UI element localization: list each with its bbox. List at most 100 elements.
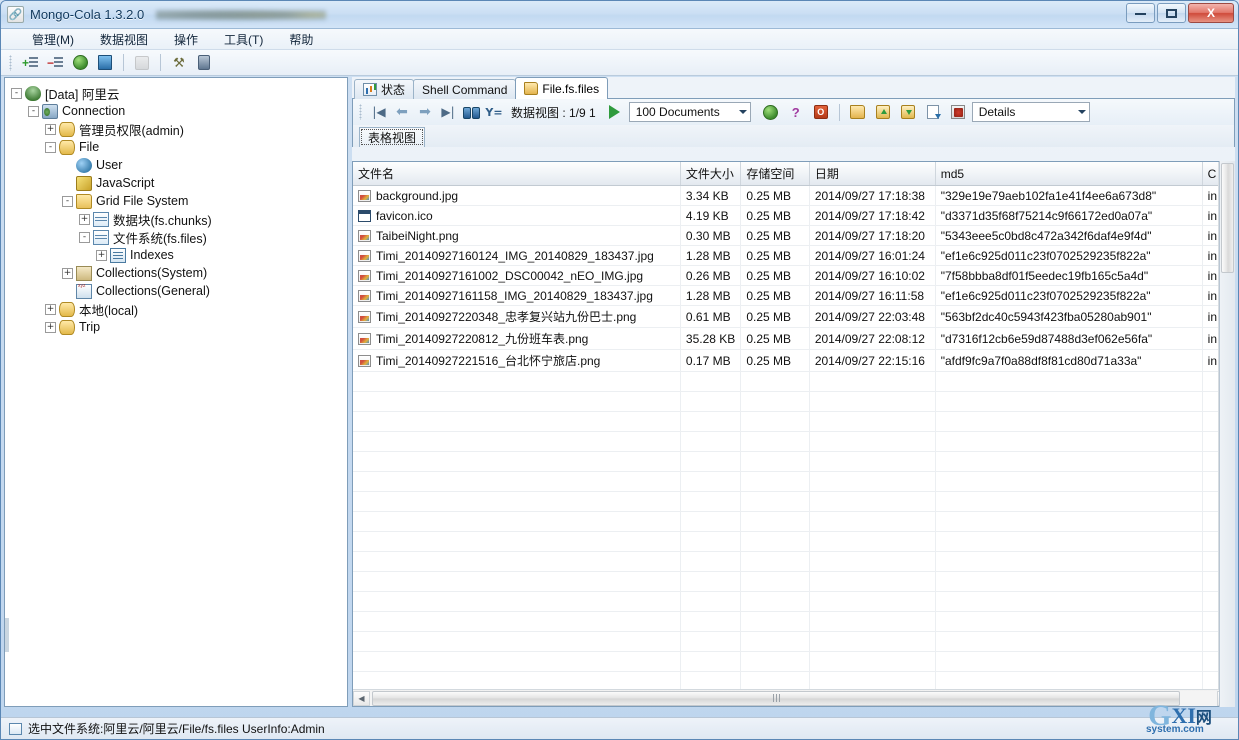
tab-shell-command[interactable]: Shell Command bbox=[413, 79, 517, 99]
document-limit-combo[interactable]: 100 Documents bbox=[628, 102, 751, 122]
column-header-filesize[interactable]: 文件大小 bbox=[680, 162, 742, 186]
menu-help[interactable]: 帮助 bbox=[276, 29, 326, 50]
blue-book-icon[interactable] bbox=[94, 52, 116, 74]
toolbar-grip[interactable] bbox=[9, 54, 12, 71]
run-query-button[interactable] bbox=[608, 105, 620, 119]
table-row[interactable]: Timi_20140927160124_IMG_20140829_183437.… bbox=[353, 245, 1234, 266]
collapse-icon[interactable]: - bbox=[28, 105, 39, 117]
tree-node-trip[interactable]: + Trip bbox=[11, 318, 347, 336]
table-row[interactable]: TaibeiNight.png 0.30 MB 0.25 MB 2014/09/27 … bbox=[353, 225, 1234, 246]
previous-page-button[interactable]: ⬅ bbox=[392, 102, 412, 122]
tree-node-data-aliyun[interactable]: - [Data] 阿里云 bbox=[11, 84, 347, 102]
expand-icon[interactable]: + bbox=[96, 249, 107, 261]
tree-node-admin[interactable]: + 管理员权限(admin) bbox=[11, 120, 347, 138]
table-row[interactable]: background.jpg 3.34 KB 0.25 MB 2014/09/27 1… bbox=[353, 185, 1234, 206]
table-row[interactable]: favicon.ico 4.19 KB 0.25 MB 2014/09/27 17:1… bbox=[353, 205, 1234, 226]
table-empty-row bbox=[353, 671, 1234, 689]
tree-node-file[interactable]: - File bbox=[11, 138, 347, 156]
tree-node-connection[interactable]: - Connection bbox=[11, 102, 347, 120]
table-row[interactable]: Timi_20140927161002_DSC00042_nEO_IMG.jpg… bbox=[353, 265, 1234, 286]
grid-horizontal-scrollbar[interactable]: ◀ ▶ bbox=[353, 689, 1234, 706]
next-page-button[interactable]: ➡ bbox=[415, 102, 435, 122]
menu-operation[interactable]: 操作 bbox=[161, 29, 211, 50]
window-title: Mongo-Cola 1.3.2.0 bbox=[30, 7, 145, 22]
cell-md5: "563bf2dc40c5943f423fba05280ab901" bbox=[935, 305, 1203, 328]
grey-square-icon bbox=[131, 52, 153, 74]
table-row[interactable]: Timi_20140927221516_台北怀宁旅店.png 0.17 MB 0.2… bbox=[353, 349, 1234, 372]
last-page-button[interactable]: ▶| bbox=[438, 102, 458, 122]
maximize-button[interactable] bbox=[1157, 3, 1186, 23]
pane-vertical-scrollbar-thumb[interactable] bbox=[1221, 163, 1234, 273]
scroll-left-icon[interactable]: ◀ bbox=[353, 690, 370, 706]
remove-list-icon[interactable]: − bbox=[44, 52, 66, 74]
help-icon[interactable]: ? bbox=[785, 101, 807, 123]
tree-node-indexes[interactable]: + Indexes bbox=[11, 246, 347, 264]
tree-node-connection-label: Connection bbox=[62, 104, 126, 118]
scroll-thumb-grip bbox=[772, 694, 780, 702]
cell-md5: "329e19e79aeb102fa1e41f4ee6a673d8" bbox=[935, 185, 1203, 206]
new-file-icon[interactable] bbox=[922, 101, 944, 123]
horizontal-scroll-track[interactable] bbox=[370, 690, 1217, 706]
toolbar-separator bbox=[123, 54, 124, 71]
image-file-icon bbox=[358, 229, 371, 242]
cell-filesize: 35.28 KB bbox=[680, 327, 742, 350]
tree-node-javascript[interactable]: JavaScript bbox=[11, 174, 347, 192]
stop-icon[interactable]: O bbox=[810, 101, 832, 123]
tree-node-fs-files[interactable]: - 文件系统(fs.files) bbox=[11, 228, 347, 246]
tree-node-collections-system[interactable]: + Collections(System) bbox=[11, 264, 347, 282]
expand-icon[interactable]: + bbox=[45, 123, 56, 135]
menu-dataview[interactable]: 数据视图 bbox=[87, 29, 161, 50]
tree-node-grid-file-system[interactable]: - Grid File System bbox=[11, 192, 347, 210]
open-folder-icon[interactable] bbox=[847, 101, 869, 123]
cell-storage: 0.25 MB bbox=[740, 327, 810, 350]
collapse-icon[interactable]: - bbox=[45, 141, 56, 153]
upload-icon[interactable] bbox=[872, 101, 894, 123]
menu-tools[interactable]: 工具(T) bbox=[211, 29, 276, 50]
data-toolbar-grip[interactable] bbox=[359, 104, 362, 120]
find-icon[interactable] bbox=[461, 102, 481, 122]
database-icon bbox=[59, 121, 75, 137]
expand-icon[interactable]: + bbox=[79, 213, 90, 225]
table-row[interactable]: Timi_20140927220812_九份班车表.png 35.28 KB 0.2… bbox=[353, 327, 1234, 350]
first-page-button[interactable]: |◀ bbox=[369, 102, 389, 122]
globe-icon[interactable] bbox=[69, 52, 91, 74]
image-file-icon bbox=[358, 269, 371, 282]
collapse-icon[interactable]: - bbox=[62, 195, 73, 207]
tools-icon[interactable]: ⚒ bbox=[168, 52, 190, 74]
column-header-date[interactable]: 日期 bbox=[809, 162, 936, 186]
expand-icon[interactable]: + bbox=[45, 321, 56, 333]
tree-node-collections-general[interactable]: Collections(General) bbox=[11, 282, 347, 300]
tab-table-view[interactable]: 表格视图 bbox=[359, 127, 426, 147]
expand-icon[interactable]: + bbox=[62, 267, 73, 279]
table-row[interactable]: Timi_20140927220348_忠孝复兴站九份巴士.png 0.61 MB… bbox=[353, 305, 1234, 328]
filter-icon[interactable]: Y= bbox=[484, 102, 504, 122]
tab-status[interactable]: 状态 bbox=[354, 79, 415, 99]
cell-filename: background.jpg bbox=[353, 185, 681, 206]
pillar-icon[interactable] bbox=[193, 52, 215, 74]
horizontal-scroll-thumb[interactable] bbox=[372, 690, 1180, 706]
table-empty-row bbox=[353, 411, 1234, 432]
menu-manage[interactable]: 管理(M) bbox=[19, 29, 87, 50]
tab-file-fs-files[interactable]: File.fs.files bbox=[515, 77, 609, 99]
cell-filesize: 0.17 MB bbox=[680, 349, 742, 372]
close-button[interactable]: X bbox=[1188, 3, 1234, 23]
column-header-storage[interactable]: 存储空间 bbox=[740, 162, 810, 186]
tree-node-local[interactable]: + 本地(local) bbox=[11, 300, 347, 318]
minimize-button[interactable] bbox=[1126, 3, 1155, 23]
download-icon[interactable] bbox=[897, 101, 919, 123]
table-empty-row bbox=[353, 511, 1234, 532]
collapse-icon[interactable]: - bbox=[79, 231, 90, 243]
pane-vertical-scrollbar[interactable] bbox=[1219, 161, 1235, 707]
column-header-md5[interactable]: md5 bbox=[935, 162, 1203, 186]
tree-node-fs-chunks[interactable]: + 数据块(fs.chunks) bbox=[11, 210, 347, 228]
add-list-icon[interactable]: + bbox=[19, 52, 41, 74]
table-row[interactable]: Timi_20140927161158_IMG_20140829_183437.… bbox=[353, 285, 1234, 306]
expand-icon[interactable]: + bbox=[45, 303, 56, 315]
web-globe-icon[interactable] bbox=[760, 101, 782, 123]
column-header-filename[interactable]: 文件名 bbox=[353, 162, 681, 186]
view-mode-combo[interactable]: Details bbox=[971, 102, 1090, 122]
report-icon[interactable] bbox=[947, 101, 969, 123]
tree-node-user[interactable]: User bbox=[11, 156, 347, 174]
collapse-icon[interactable]: - bbox=[11, 87, 22, 99]
